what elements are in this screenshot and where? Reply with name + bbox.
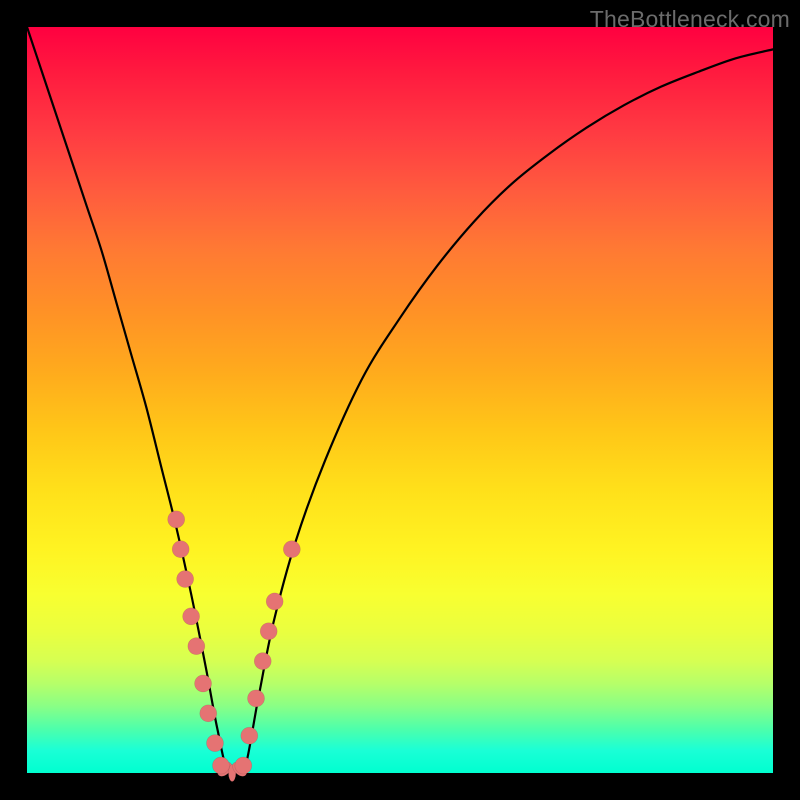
sample-dot [172, 541, 189, 558]
watermark-text: TheBottleneck.com [590, 6, 790, 33]
sample-dot [260, 623, 277, 640]
sample-dot [206, 735, 223, 752]
sample-dot [212, 757, 229, 774]
sample-dot [254, 653, 271, 670]
sample-dot [266, 593, 283, 610]
sample-dot [188, 638, 205, 655]
bottleneck-curve [27, 27, 773, 781]
sample-dot [200, 705, 217, 722]
bottleneck-plot [27, 27, 773, 773]
sample-dots-group [168, 511, 301, 782]
sample-dot [235, 757, 252, 774]
sample-dot [241, 727, 258, 744]
sample-dot [248, 690, 265, 707]
sample-dot [168, 511, 185, 528]
chart-area [27, 27, 773, 773]
sample-dot [183, 608, 200, 625]
sample-dot [177, 571, 194, 588]
sample-dot [195, 675, 212, 692]
sample-dot [283, 541, 300, 558]
